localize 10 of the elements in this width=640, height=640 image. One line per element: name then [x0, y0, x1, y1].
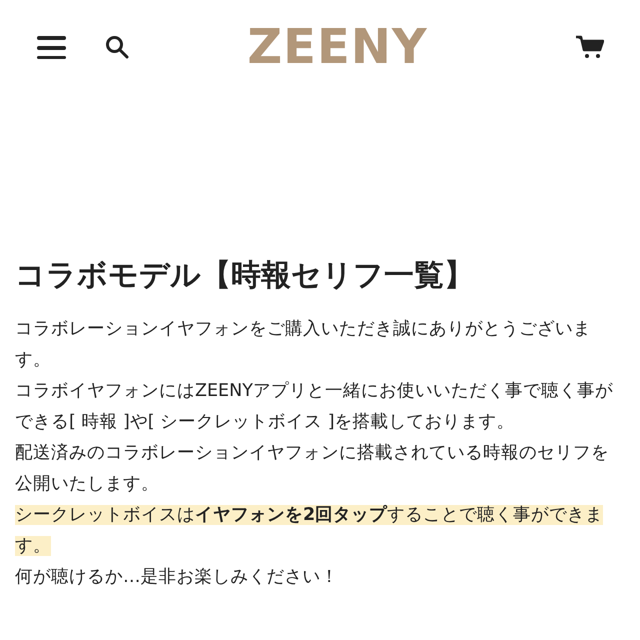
article-title: コラボモデル【時報セリフ一覧】 — [15, 257, 475, 295]
search-icon[interactable] — [105, 34, 130, 60]
paragraph: コラボレーションイヤフォンをご購入いただき誠にありがとうございます。 — [15, 318, 592, 372]
paragraph: 何が聴けるか…是非お楽しみください！ — [15, 566, 340, 589]
logo[interactable]: ZEENY — [247, 11, 428, 83]
paragraph: コラボイヤフォンにはZEENYアプリと一緒にお使いいただく事で聴く事ができる[ 時報 ]や[ シークレットボイス ]を搭載しております。 — [15, 380, 614, 434]
paragraph: 配送済みのコラボレーションイヤフォンに搭載されている時報のセリフを公開いたします。 — [15, 442, 610, 496]
paragraph: シークレットボイスはイヤフォンを2回タップすることで聴く事ができます。 — [15, 504, 604, 558]
cart-icon[interactable] — [575, 35, 604, 59]
menu-icon[interactable] — [36, 34, 67, 60]
